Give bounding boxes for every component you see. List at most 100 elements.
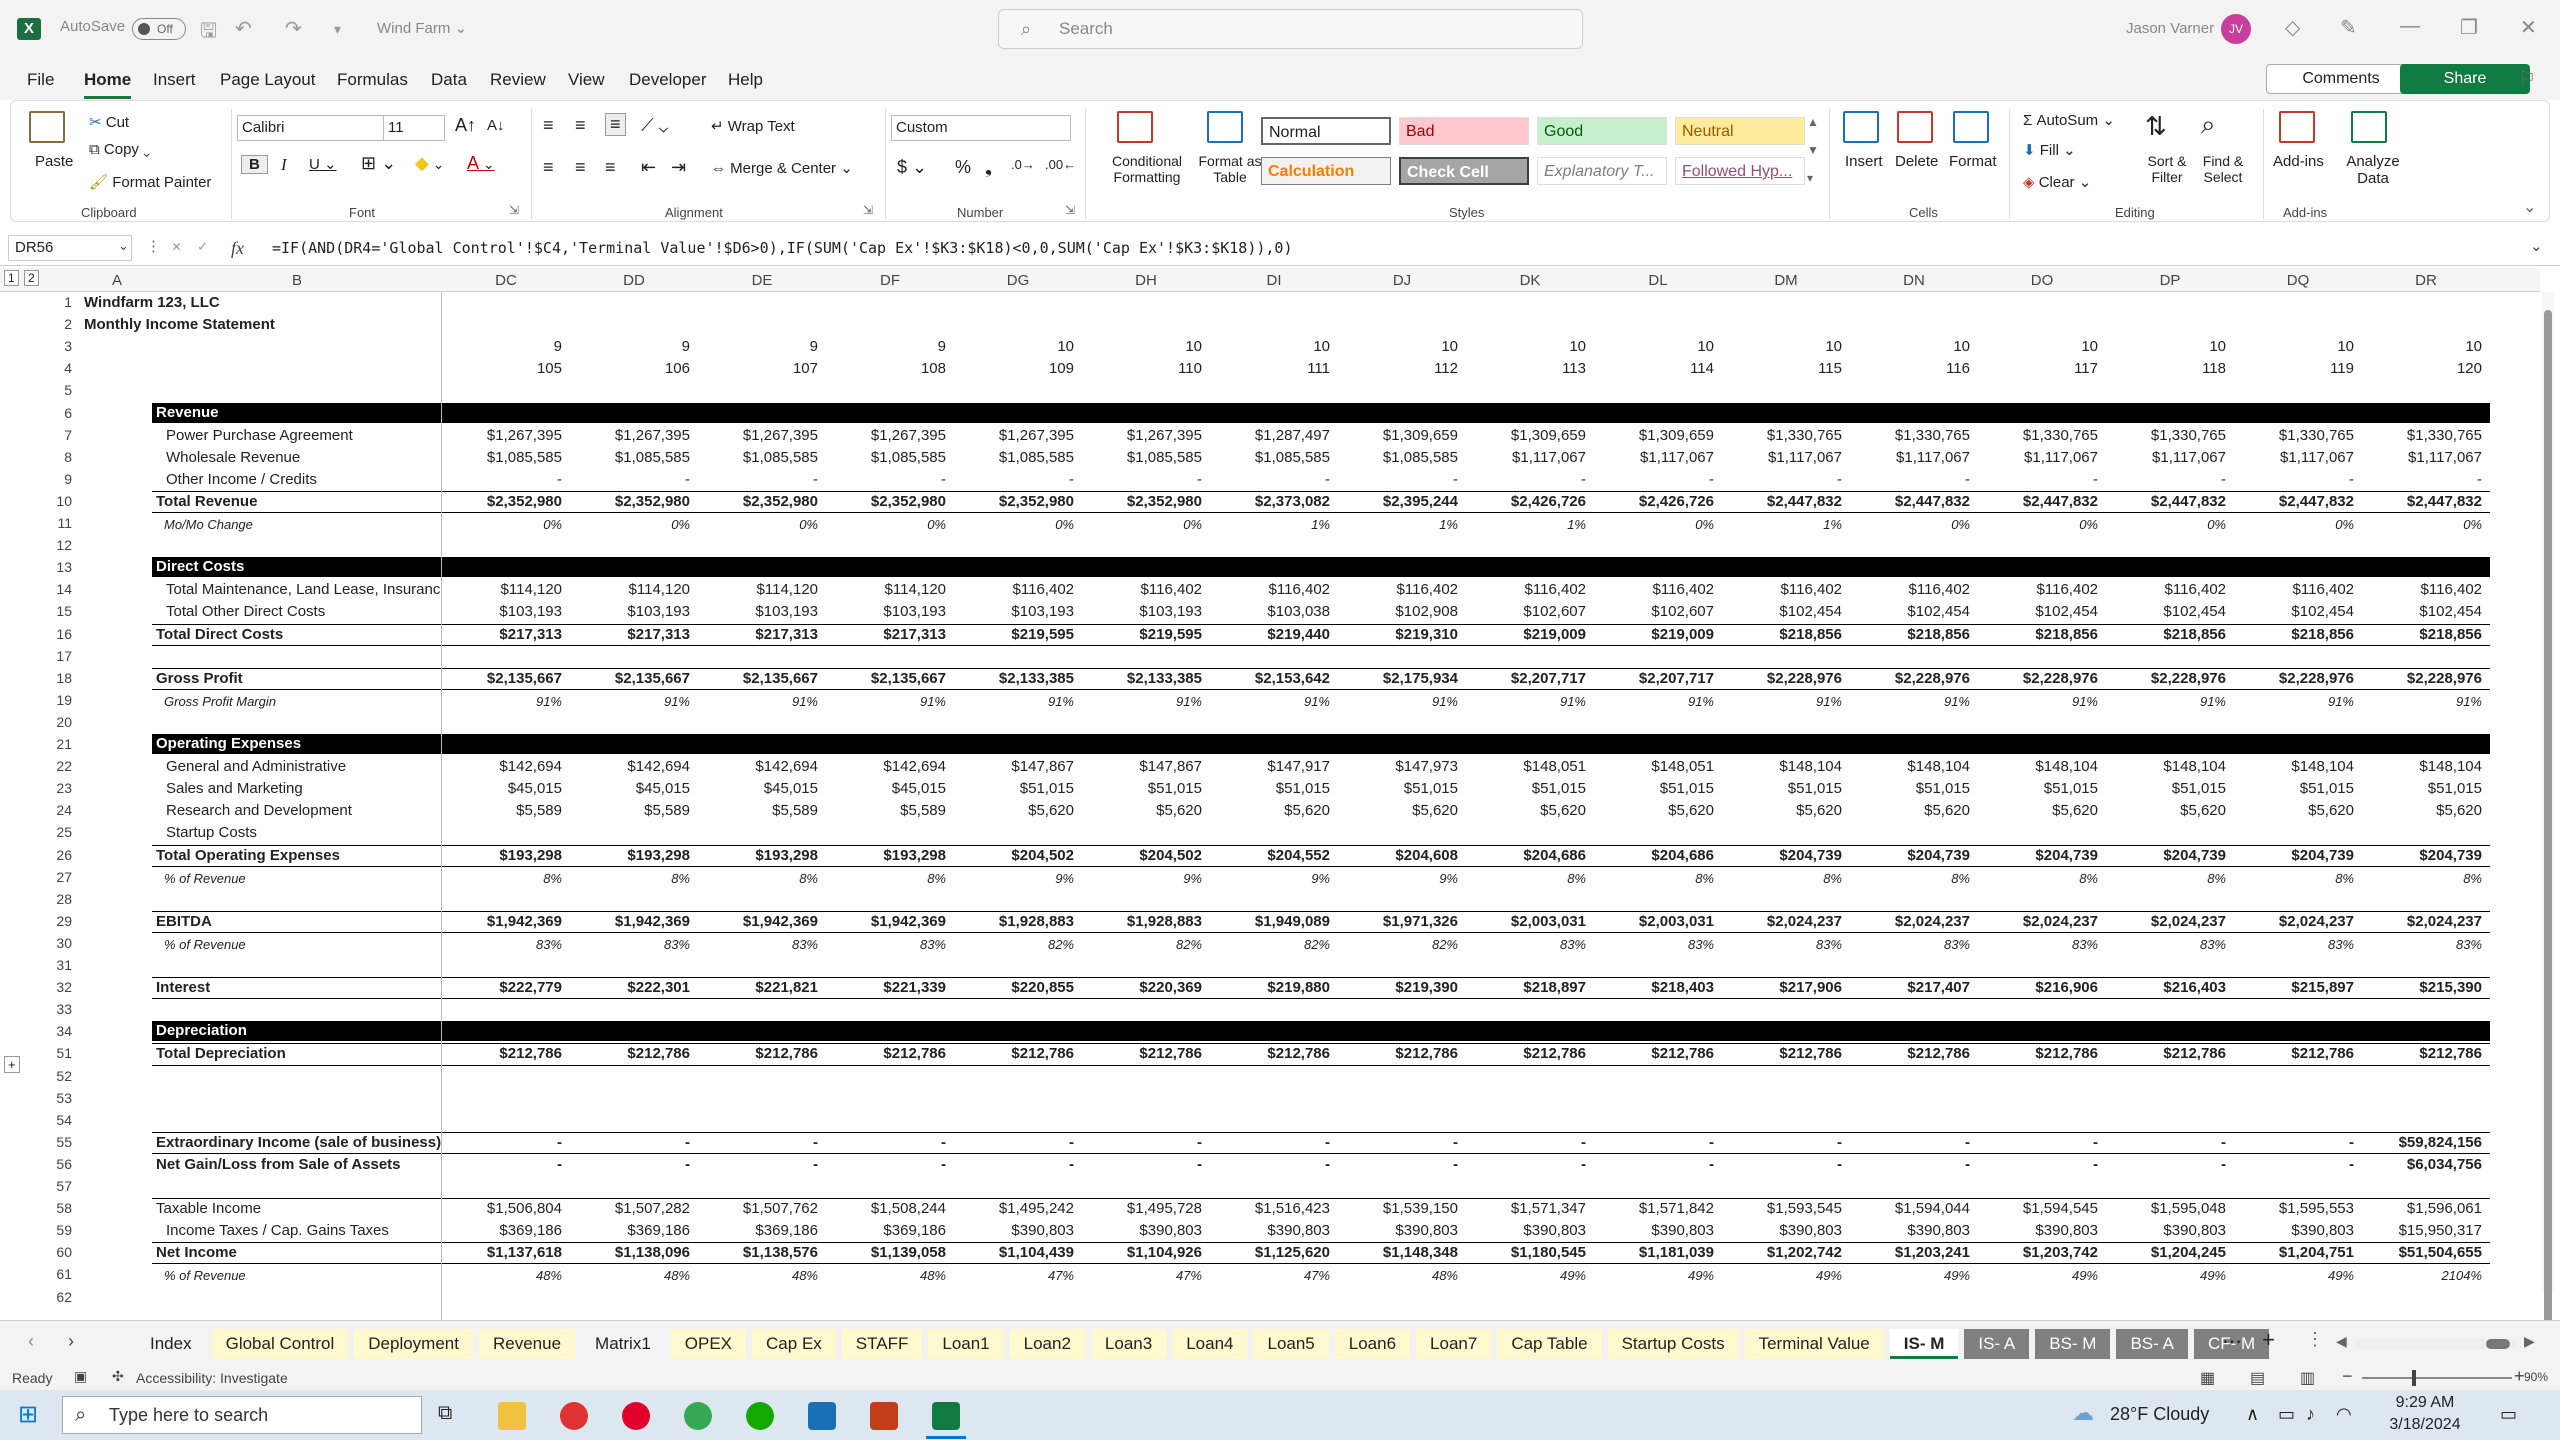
data-cell[interactable]: - bbox=[2106, 1156, 2226, 1173]
paste-button[interactable]: Paste bbox=[35, 153, 73, 170]
data-cell[interactable]: $1,971,326 bbox=[1338, 913, 1458, 930]
data-cell[interactable]: $218,403 bbox=[1594, 979, 1714, 996]
data-cell[interactable]: $2,135,667 bbox=[570, 670, 690, 687]
data-cell[interactable]: $148,104 bbox=[2362, 758, 2482, 775]
data-cell[interactable]: - bbox=[954, 471, 1074, 488]
speaker-icon[interactable]: ♪ bbox=[2306, 1404, 2315, 1425]
data-cell[interactable]: $1,287,497 bbox=[1210, 427, 1330, 444]
column-header-dl[interactable]: DL bbox=[1594, 272, 1722, 289]
data-cell[interactable]: - bbox=[826, 1134, 946, 1151]
coauthor-icon[interactable]: ⚐ bbox=[2518, 66, 2536, 91]
data-cell[interactable]: $217,313 bbox=[442, 626, 562, 643]
data-cell[interactable]: 9% bbox=[1082, 871, 1202, 886]
sheet-tab[interactable]: Loan7 bbox=[1416, 1329, 1492, 1359]
data-cell[interactable]: $2,447,832 bbox=[2234, 493, 2354, 510]
data-cell[interactable]: $102,454 bbox=[1978, 603, 2098, 620]
diamond-icon[interactable]: ◇ bbox=[2285, 15, 2300, 40]
opera-icon[interactable] bbox=[622, 1402, 650, 1430]
data-cell[interactable]: $1,330,765 bbox=[2362, 427, 2482, 444]
column-header-dk[interactable]: DK bbox=[1466, 272, 1594, 289]
data-cell[interactable]: 8% bbox=[826, 871, 946, 886]
data-cell[interactable]: $212,786 bbox=[1850, 1045, 1970, 1062]
year-cell[interactable]: 10 bbox=[1722, 338, 1842, 355]
data-cell[interactable]: 49% bbox=[1722, 1268, 1842, 1283]
column-header-dp[interactable]: DP bbox=[2106, 272, 2234, 289]
task-view-icon[interactable]: ⧉ bbox=[438, 1402, 452, 1425]
data-cell[interactable]: 83% bbox=[1722, 937, 1842, 952]
data-cell[interactable]: $1,267,395 bbox=[1082, 427, 1202, 444]
year-cell[interactable]: 10 bbox=[1850, 338, 1970, 355]
data-cell[interactable]: $51,015 bbox=[1210, 780, 1330, 797]
data-cell[interactable]: $2,003,031 bbox=[1466, 913, 1586, 930]
year-cell[interactable]: 10 bbox=[1210, 338, 1330, 355]
data-cell[interactable]: $2,352,980 bbox=[954, 493, 1074, 510]
data-cell[interactable]: $142,694 bbox=[698, 758, 818, 775]
network-icon[interactable]: ▭ bbox=[2278, 1404, 2295, 1425]
data-cell[interactable]: $116,402 bbox=[1082, 581, 1202, 598]
data-cell[interactable]: $1,330,765 bbox=[2106, 427, 2226, 444]
data-cell[interactable]: 0% bbox=[442, 517, 562, 532]
data-cell[interactable]: $218,856 bbox=[1978, 626, 2098, 643]
data-cell[interactable]: - bbox=[1594, 1134, 1714, 1151]
accessibility-icon[interactable]: ✣ bbox=[112, 1368, 124, 1385]
data-cell[interactable]: $215,390 bbox=[2362, 979, 2482, 996]
row-label[interactable]: Other Income / Credits bbox=[166, 471, 442, 488]
vertical-scroll-thumb[interactable] bbox=[2544, 310, 2552, 1320]
data-cell[interactable]: 2104% bbox=[2362, 1268, 2482, 1283]
data-cell[interactable]: $2,135,667 bbox=[698, 670, 818, 687]
data-cell[interactable]: $217,407 bbox=[1850, 979, 1970, 996]
confirm-edit-icon[interactable]: ✓ bbox=[198, 237, 207, 255]
row-label[interactable]: % of Revenue bbox=[164, 871, 450, 886]
column-header-di[interactable]: DI bbox=[1210, 272, 1338, 289]
data-cell[interactable]: $2,133,385 bbox=[954, 670, 1074, 687]
outline-level-2-button[interactable]: 2 bbox=[24, 270, 39, 286]
analyze-data-button[interactable]: Analyze Data bbox=[2345, 153, 2401, 187]
year-cell[interactable]: 10 bbox=[1082, 338, 1202, 355]
data-cell[interactable]: $2,373,082 bbox=[1210, 493, 1330, 510]
data-cell[interactable]: 9% bbox=[954, 871, 1074, 886]
row-header[interactable]: 3 bbox=[28, 338, 72, 354]
menu-developer[interactable]: Developer bbox=[629, 70, 707, 90]
data-cell[interactable]: - bbox=[1850, 1156, 1970, 1173]
tray-expand-icon[interactable]: ∧ bbox=[2246, 1404, 2259, 1425]
data-cell[interactable]: $1,085,585 bbox=[1082, 449, 1202, 466]
data-cell[interactable]: 48% bbox=[442, 1268, 562, 1283]
data-cell[interactable]: $1,085,585 bbox=[698, 449, 818, 466]
wifi-icon[interactable]: ◠ bbox=[2336, 1404, 2352, 1425]
row-header[interactable]: 24 bbox=[28, 802, 72, 818]
data-cell[interactable]: 91% bbox=[1210, 694, 1330, 709]
data-cell[interactable]: $212,786 bbox=[1722, 1045, 1842, 1062]
data-cell[interactable]: $217,313 bbox=[570, 626, 690, 643]
month-cell[interactable]: 105 bbox=[442, 360, 562, 377]
increase-decimal-icon[interactable]: .0→ bbox=[1011, 157, 1035, 172]
year-cell[interactable]: 10 bbox=[1978, 338, 2098, 355]
data-cell[interactable]: $116,402 bbox=[2362, 581, 2482, 598]
data-cell[interactable]: $1,117,067 bbox=[1978, 449, 2098, 466]
data-cell[interactable]: 49% bbox=[1978, 1268, 2098, 1283]
data-cell[interactable]: 91% bbox=[2234, 694, 2354, 709]
row-header[interactable]: 61 bbox=[28, 1266, 72, 1282]
data-cell[interactable]: 83% bbox=[698, 937, 818, 952]
qat-customize-icon[interactable]: ▾ bbox=[334, 21, 341, 38]
data-cell[interactable]: $2,447,832 bbox=[1722, 493, 1842, 510]
format-as-table-icon[interactable] bbox=[1207, 111, 1243, 143]
hscroll-left-icon[interactable]: ◀ bbox=[2336, 1333, 2347, 1350]
month-cell[interactable]: 112 bbox=[1338, 360, 1458, 377]
data-cell[interactable]: 48% bbox=[698, 1268, 818, 1283]
data-cell[interactable]: $2,207,717 bbox=[1466, 670, 1586, 687]
data-cell[interactable]: 8% bbox=[442, 871, 562, 886]
data-cell[interactable]: $212,786 bbox=[698, 1045, 818, 1062]
row-label[interactable]: Total Other Direct Costs bbox=[166, 603, 442, 620]
data-cell[interactable]: $1,928,883 bbox=[1082, 913, 1202, 930]
data-cell[interactable]: $116,402 bbox=[1850, 581, 1970, 598]
sheet-tab[interactable]: BS- A bbox=[2116, 1329, 2188, 1359]
data-cell[interactable]: 83% bbox=[442, 937, 562, 952]
decrease-indent-icon[interactable]: ⇤ bbox=[641, 157, 656, 178]
data-cell[interactable]: $116,402 bbox=[1210, 581, 1330, 598]
data-cell[interactable]: $142,694 bbox=[442, 758, 562, 775]
data-cell[interactable]: - bbox=[1722, 1156, 1842, 1173]
data-cell[interactable]: $2,228,976 bbox=[1978, 670, 2098, 687]
data-cell[interactable]: 48% bbox=[1338, 1268, 1458, 1283]
data-cell[interactable]: $148,051 bbox=[1466, 758, 1586, 775]
data-cell[interactable]: - bbox=[442, 1156, 562, 1173]
